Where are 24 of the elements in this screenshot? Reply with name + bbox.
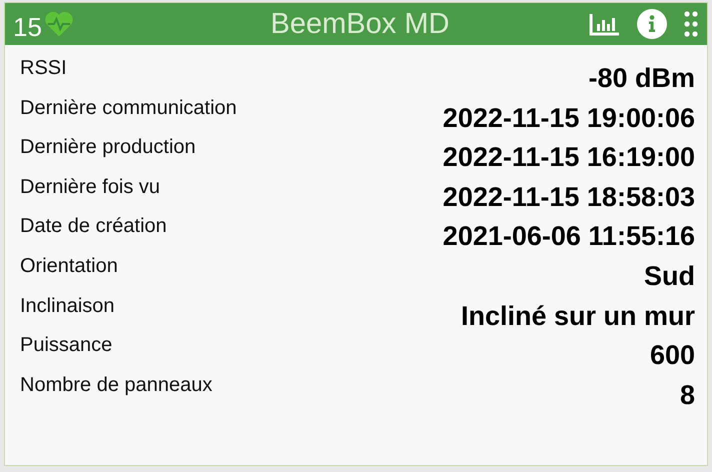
field-value: 2022-11-15 16:19:00 — [442, 142, 695, 174]
bar-chart-icon[interactable] — [589, 12, 621, 36]
field-label: Date de création — [20, 215, 167, 238]
field-label: Puissance — [20, 334, 112, 358]
info-icon[interactable] — [637, 9, 667, 39]
battery-level-number: 15 — [13, 12, 42, 43]
field-value: Sud — [644, 260, 695, 292]
menu-icon[interactable] — [683, 10, 699, 38]
field-value: 2021-06-06 11:55:16 — [442, 221, 695, 252]
field-value: -80 dBm — [588, 63, 695, 94]
field-value: 2022-11-15 18:58:03 — [442, 182, 695, 213]
field-label: Dernière fois vu — [20, 176, 160, 199]
field-value: 600 — [650, 340, 695, 372]
field-label: Inclinaison — [20, 294, 115, 318]
field-value: 2022-11-15 19:00:06 — [442, 102, 695, 134]
field-value: Incliné sur un mur — [460, 300, 695, 332]
field-label: Orientation — [20, 254, 118, 278]
field-label: Dernière communication — [20, 96, 237, 120]
window-title: BeemBox MD — [270, 8, 450, 40]
field-value: 8 — [680, 380, 695, 411]
heart-pulse-icon — [44, 10, 74, 38]
field-label: Dernière production — [20, 136, 196, 160]
field-label: Nombre de panneaux — [20, 374, 212, 397]
field-label: RSSI — [20, 57, 67, 80]
